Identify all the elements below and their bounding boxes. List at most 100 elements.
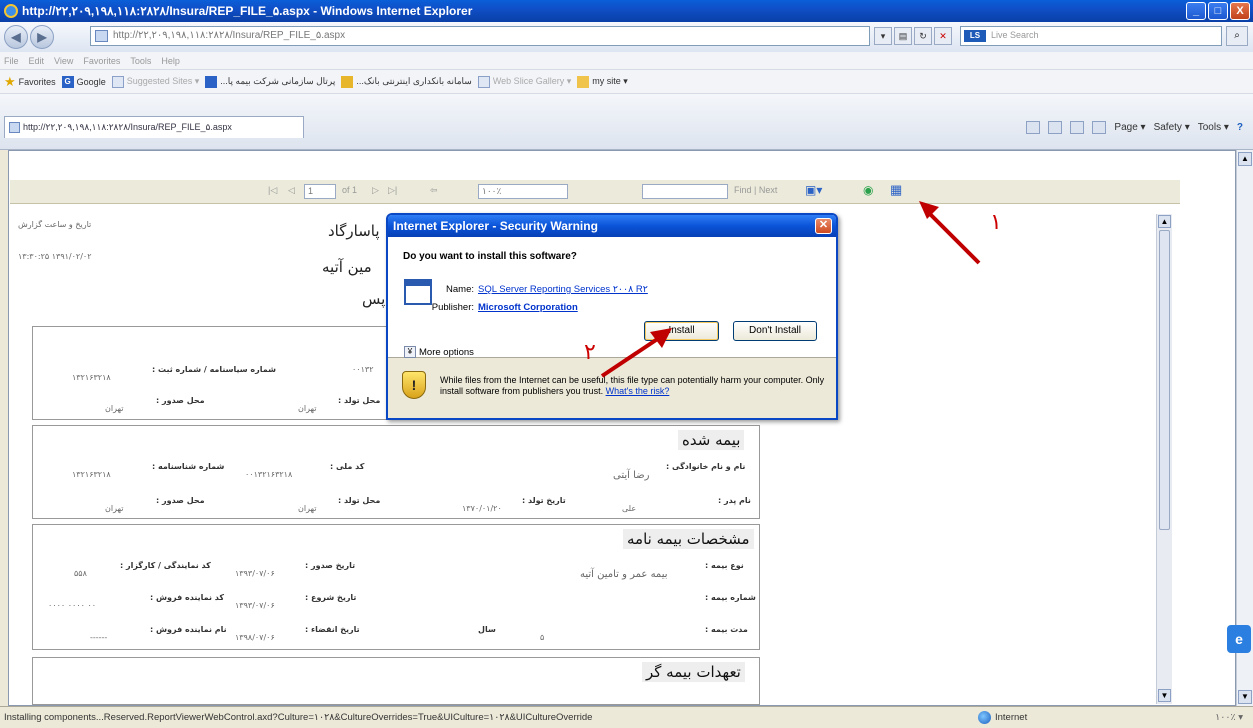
find-input[interactable]	[642, 184, 728, 199]
insured-birth-place: تهران	[298, 504, 317, 513]
insured-birth-date-label: تاریخ تولد :	[522, 496, 566, 505]
folder-icon	[577, 75, 590, 88]
compatibility-icon[interactable]: ▤	[894, 27, 912, 45]
software-name-link[interactable]: SQL Server Reporting Services ۲۰۰۸ R۲	[478, 284, 648, 295]
favorite-suggested-sites[interactable]: Suggested Sites ▾	[111, 75, 199, 88]
policy-type-label: نوع بیمه :	[705, 561, 744, 570]
seller-code-value: ۰۰ ۰۰۰۰ ۰۰۰۰	[48, 601, 97, 610]
org-name-line1: پاسارگاد	[328, 222, 380, 240]
publisher-row: Publisher: Microsoft Corporation	[410, 302, 578, 313]
forward-button[interactable]: ▶	[30, 25, 54, 49]
globe-icon	[978, 711, 991, 724]
name-label: Name:	[446, 284, 474, 295]
page-number-input[interactable]: 1	[304, 184, 336, 199]
print-icon[interactable]	[1092, 121, 1107, 134]
zoom-level[interactable]: ۱۰۰٪ ▾	[1215, 712, 1243, 723]
tools-menu[interactable]: Tools ▾	[1198, 122, 1229, 133]
print-icon[interactable]: ▦	[890, 182, 902, 198]
page-icon	[111, 75, 124, 88]
refresh-icon[interactable]: ◉	[863, 183, 873, 197]
seller-name-value: ------	[90, 633, 108, 642]
search-placeholder: Live Search	[991, 30, 1039, 40]
favorite-portal[interactable]: ...پرتال سازمانی شرکت بیمه پا	[205, 75, 335, 88]
menu-view[interactable]: View	[54, 56, 73, 66]
policy-title: مشخصات بیمه نامه	[623, 529, 754, 549]
seller-code-label: کد نماینده فروش :	[150, 593, 225, 602]
duration-value: ۵	[540, 633, 545, 642]
help-icon[interactable]: ?	[1237, 122, 1243, 133]
dont-install-button[interactable]: Don't Install	[733, 321, 817, 341]
page-scrollbar[interactable]: ▲ ▼	[1236, 150, 1253, 706]
close-button[interactable]: X	[1230, 2, 1250, 20]
search-input[interactable]: LS Live Search	[960, 26, 1222, 46]
policyholder-id-value: ۱۳۲۱۶۳۲۱۸	[72, 373, 111, 382]
safety-menu[interactable]: Safety ▾	[1154, 122, 1190, 133]
tab-row: http://۲۲,۲۰۹,۱۹۸,۱۱۸:۲۸۲۸/Insura/REP_FI…	[0, 94, 1253, 150]
window-controls: _ □ X	[1186, 2, 1250, 20]
favorite-my-site[interactable]: my site ▾	[577, 75, 628, 88]
dialog-close-button[interactable]: ✕	[815, 218, 832, 234]
last-page-button[interactable]: ▷|	[388, 185, 397, 196]
back-button[interactable]: ◀	[4, 25, 28, 49]
menu-file[interactable]: File	[4, 56, 19, 66]
address-bar[interactable]: http://۲۲,۲۰۹,۱۹۸,۱۱۸:۲۸۲۸/Insura/REP_FI…	[90, 26, 870, 46]
insured-name: رضا آیتی	[613, 470, 650, 481]
org-name-line3: پس	[362, 290, 386, 308]
policyholder-issue-value: تهران	[105, 404, 124, 413]
favorites-button[interactable]: ★ Favorites	[4, 74, 56, 90]
report-date-label: تاریخ و ساعت گزارش	[18, 220, 92, 229]
dialog-question: Do you want to install this software?	[403, 251, 577, 262]
menu-tools[interactable]: Tools	[130, 56, 151, 66]
menu-edit[interactable]: Edit	[29, 56, 45, 66]
feeds-icon[interactable]	[1048, 121, 1063, 134]
scroll-thumb[interactable]	[1159, 230, 1170, 530]
site-icon	[341, 75, 354, 88]
seller-name-label: نام نماینده فروش :	[150, 625, 227, 634]
find-next-link[interactable]: Find | Next	[734, 185, 777, 195]
minimize-button[interactable]: _	[1186, 2, 1206, 20]
zone-label: Internet	[995, 712, 1028, 723]
first-page-button[interactable]: |◁	[268, 185, 277, 196]
more-options-toggle[interactable]: ¥ More options	[404, 346, 474, 358]
browser-tab[interactable]: http://۲۲,۲۰۹,۱۹۸,۱۱۸:۲۸۲۸/Insura/REP_FI…	[4, 116, 304, 138]
menu-bar: File Edit View Favorites Tools Help	[0, 52, 1253, 70]
back-to-parent-button[interactable]: ⇦	[430, 185, 438, 196]
zoom-select[interactable]: ۱۰۰٪	[478, 184, 568, 199]
menu-favorites[interactable]: Favorites	[83, 56, 120, 66]
scroll-down-icon[interactable]: ▼	[1238, 690, 1252, 704]
export-icon[interactable]: ▣▾	[805, 183, 822, 197]
whats-the-risk-link[interactable]: What's the risk?	[606, 386, 670, 396]
report-scrollbar[interactable]: ▲ ▼	[1156, 214, 1172, 704]
dropdown-icon[interactable]: ▾	[874, 27, 892, 45]
report-date-value: ۱۳۹۱/۰۲/۰۲ ۱۳:۳۰:۲۵	[18, 252, 92, 261]
ie-icon	[4, 4, 18, 18]
publisher-link[interactable]: Microsoft Corporation	[478, 302, 578, 313]
command-bar: Page ▾ Safety ▾ Tools ▾ ?	[1026, 121, 1243, 134]
scroll-down-icon[interactable]: ▼	[1158, 689, 1171, 702]
home-icon[interactable]	[1026, 121, 1041, 134]
scroll-up-icon[interactable]: ▲	[1158, 215, 1171, 228]
policy-type-value: بیمه عمر و تامین آتیه	[580, 569, 668, 580]
next-page-button[interactable]: ▷	[372, 185, 379, 196]
mail-icon[interactable]	[1070, 121, 1085, 134]
search-icon[interactable]: ⌕	[1226, 26, 1248, 46]
side-panel-icon[interactable]: e	[1227, 625, 1251, 653]
page-menu[interactable]: Page ▾	[1114, 122, 1145, 133]
favorite-bank[interactable]: ...سامانه بانکداری اینترنتی بانک	[341, 75, 472, 88]
scroll-up-icon[interactable]: ▲	[1238, 152, 1252, 166]
page-icon	[477, 75, 490, 88]
annotation-arrow-1	[919, 201, 981, 265]
favorite-google[interactable]: G Google	[61, 75, 106, 88]
maximize-button[interactable]: □	[1208, 2, 1228, 20]
prev-page-button[interactable]: ◁	[288, 185, 295, 196]
menu-help[interactable]: Help	[161, 56, 180, 66]
stop-icon[interactable]: ✕	[934, 27, 952, 45]
agent-code-value: ۵۵۸	[74, 569, 87, 578]
insured-section	[32, 425, 760, 519]
end-date-value: ۱۳۹۸/۰۷/۰۶	[235, 633, 275, 642]
refresh-icon[interactable]: ↻	[914, 27, 932, 45]
annotation-number-2: ۲	[584, 340, 596, 365]
live-search-icon: LS	[964, 30, 986, 42]
favorite-web-slice-gallery[interactable]: Web Slice Gallery ▾	[477, 75, 571, 88]
policyholder-mid-value: ۰۰۱۳۲	[352, 365, 374, 374]
